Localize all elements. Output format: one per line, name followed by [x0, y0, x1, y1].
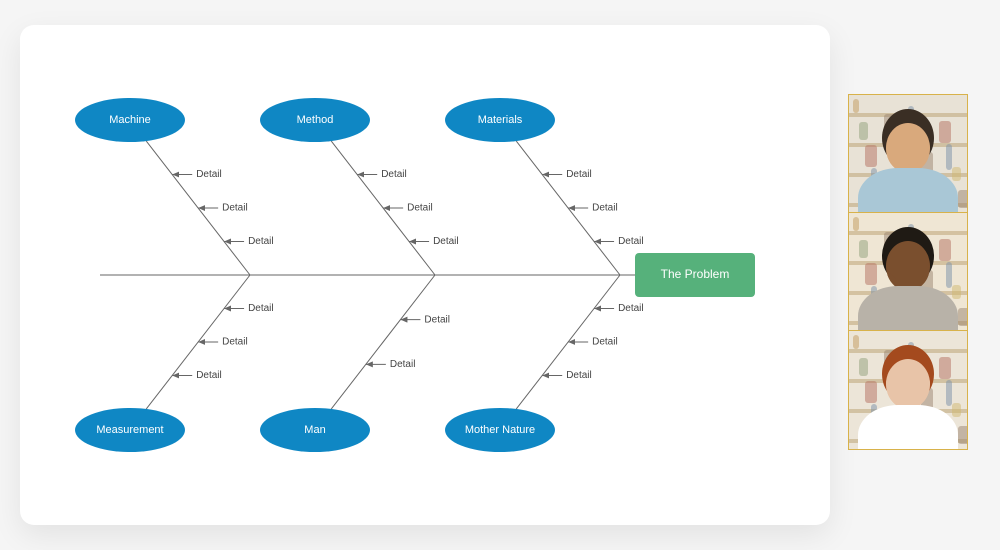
cause-label-man: Man — [304, 424, 325, 436]
video-call-panel — [848, 94, 968, 450]
cause-label-machine: Machine — [109, 114, 151, 126]
detail-label-materials-1: Detail — [592, 203, 618, 214]
detail-label-method-0: Detail — [381, 169, 407, 180]
diagram-canvas-card: The Problem Detail Detail Detail Machine Deta… — [20, 25, 830, 525]
avatar-head — [886, 123, 930, 173]
avatar-head — [886, 359, 930, 409]
video-tile-p2[interactable] — [849, 213, 967, 331]
cause-label-mother-nature: Mother Nature — [465, 424, 535, 436]
cause-label-method: Method — [297, 114, 334, 126]
detail-label-machine-0: Detail — [196, 169, 222, 180]
detail-label-mother-nature-1: Detail — [592, 337, 618, 348]
detail-label-materials-0: Detail — [566, 169, 592, 180]
avatar-head — [886, 241, 930, 291]
bone-man — [331, 275, 435, 409]
video-tile-p1[interactable] — [849, 95, 967, 213]
outcome-label: The Problem — [661, 267, 730, 281]
detail-label-mother-nature-2: Detail — [618, 303, 644, 314]
fishbone-diagram: The Problem Detail Detail Detail Machine Deta… — [20, 25, 830, 525]
detail-label-method-1: Detail — [407, 203, 433, 214]
detail-label-man-0: Detail — [390, 359, 416, 370]
avatar-torso — [858, 168, 958, 213]
avatar-torso — [858, 405, 958, 449]
detail-label-man-1: Detail — [424, 314, 450, 325]
detail-label-measurement-2: Detail — [248, 303, 274, 314]
detail-label-method-2: Detail — [433, 236, 459, 247]
cause-label-measurement: Measurement — [96, 424, 163, 436]
detail-label-mother-nature-0: Detail — [566, 370, 592, 381]
detail-label-machine-1: Detail — [222, 203, 248, 214]
avatar-torso — [858, 286, 958, 331]
detail-label-measurement-0: Detail — [196, 370, 222, 381]
detail-label-machine-2: Detail — [248, 236, 274, 247]
detail-label-materials-2: Detail — [618, 236, 644, 247]
cause-label-materials: Materials — [478, 114, 523, 126]
detail-label-measurement-1: Detail — [222, 337, 248, 348]
video-tile-p3[interactable] — [849, 331, 967, 449]
